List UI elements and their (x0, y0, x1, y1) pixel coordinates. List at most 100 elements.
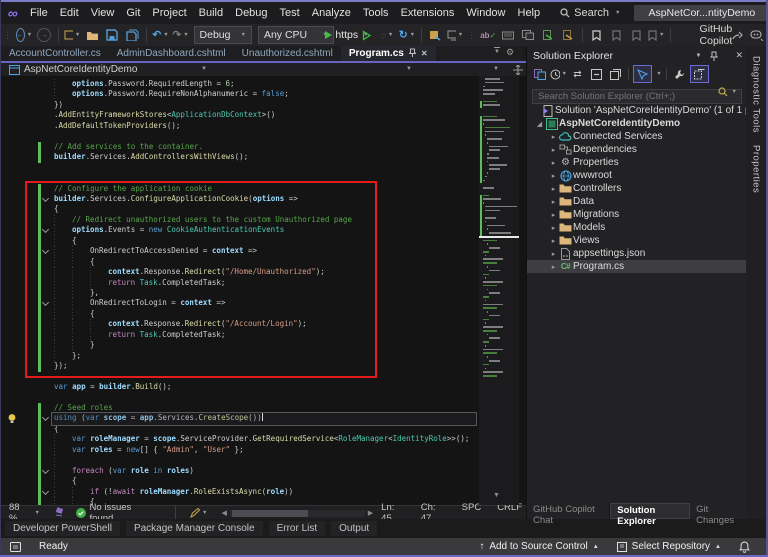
chevron-down-icon[interactable]: ▼ (654, 66, 662, 82)
search-icon[interactable] (718, 87, 728, 97)
start-without-debugging-button[interactable] (357, 25, 377, 45)
split-window-icon[interactable] (513, 65, 523, 75)
save-button[interactable] (102, 25, 122, 45)
tree-item-views[interactable]: ▸Views (527, 234, 747, 247)
tree-item-appsettings-json[interactable]: ▸appsettings.json (527, 247, 747, 260)
side-tab-diagnostic-tools[interactable]: Diagnostic Tools (751, 50, 762, 139)
tree-item-migrations[interactable]: ▸Migrations (527, 208, 747, 221)
tool-tab-solution-explorer[interactable]: Solution Explorer (610, 503, 690, 519)
nav-highlight-icon-2[interactable] (558, 25, 578, 45)
close-icon[interactable]: ✕ (421, 49, 428, 58)
tab-admindashboard-cshtml[interactable]: AdminDashboard.cshtml (109, 46, 234, 61)
code-cleanup-icon[interactable] (54, 507, 64, 520)
undo-button[interactable]: ↶▼ (151, 25, 171, 45)
tree-item-controllers[interactable]: ▸Controllers (527, 182, 747, 195)
tree-item-program-cs[interactable]: ▸C#Program.cs (527, 260, 747, 273)
collapse-arrow-icon[interactable]: ▸ (549, 263, 558, 271)
background-tasks-icon[interactable] (1, 542, 30, 552)
tool-tab-git-changes[interactable]: Git Changes (690, 503, 747, 519)
debug-target-dropdown[interactable]: Debug▼ (194, 26, 252, 44)
collapse-arrow-icon[interactable]: ▸ (549, 237, 558, 245)
menu-git[interactable]: Git (120, 5, 146, 21)
toolbar-grip[interactable]: ⋮ (3, 30, 12, 41)
redo-button[interactable]: ↷▼ (171, 25, 191, 45)
horizontal-scrollbar[interactable] (230, 510, 365, 517)
navigate-forward-button[interactable]: → (34, 25, 54, 45)
toolbar-grip[interactable]: ⋮ (467, 30, 476, 41)
chevron-down-icon[interactable]: ▼ (732, 89, 737, 95)
collapse-all-icon[interactable] (588, 66, 605, 82)
menu-help[interactable]: Help (512, 5, 547, 21)
tab-program-cs[interactable]: Program.cs✕ (341, 46, 436, 61)
collapse-arrow-icon[interactable]: ▸ (549, 133, 558, 141)
pin-icon[interactable] (409, 48, 416, 59)
gear-icon[interactable]: ⚙ (506, 47, 514, 58)
tree-item-dependencies[interactable]: ▸Dependencies (527, 143, 747, 156)
tree-item-models[interactable]: ▸Models (527, 221, 747, 234)
add-to-source-control-button[interactable]: ↑ Add to Source Control▲ (470, 541, 607, 552)
side-tab-properties[interactable]: Properties (751, 139, 762, 199)
collapse-arrow-icon[interactable]: ▸ (549, 250, 558, 258)
menu-extensions[interactable]: Extensions (395, 5, 461, 21)
sync-with-active-document-icon[interactable]: ⇄ (569, 66, 586, 82)
tool-tab-github-copilot-chat[interactable]: GitHub Copilot Chat (527, 503, 610, 519)
new-project-button[interactable]: ▼ (62, 25, 82, 45)
toggle-bookmark-icon[interactable] (586, 25, 606, 45)
nav-highlight-icon-1[interactable] (538, 25, 558, 45)
scrollbar-thumb[interactable] (232, 510, 308, 517)
menu-tools[interactable]: Tools (357, 5, 395, 21)
chevron-down-icon[interactable]: ▼ (493, 66, 499, 72)
collapse-arrow-icon[interactable]: ▸ (549, 198, 558, 206)
collapse-arrow-icon[interactable]: ▸ (549, 211, 558, 219)
tab-accountcontroller-cs[interactable]: AccountController.cs (1, 46, 109, 61)
collapse-arrow-icon[interactable]: ▸ (549, 172, 558, 180)
tab-unauthorized-cshtml[interactable]: Unauthorized.cshtml (234, 46, 341, 61)
wrench-icon[interactable] (671, 66, 688, 82)
menu-file[interactable]: File (24, 5, 54, 21)
ink-edit-icon[interactable]: ▼ (190, 508, 207, 518)
solution-explorer-header[interactable]: Solution Explorer ▼ ✕ (527, 46, 747, 64)
menu-view[interactable]: View (85, 5, 121, 21)
tree-item-wwwroot[interactable]: ▸wwwroot (527, 169, 747, 182)
open-file-button[interactable] (82, 25, 102, 45)
close-icon[interactable]: ✕ (735, 50, 743, 61)
menu-debug[interactable]: Debug (229, 5, 273, 21)
navigate-back-button[interactable]: ←▼ (14, 25, 34, 45)
menu-project[interactable]: Project (146, 5, 192, 21)
spell-check-icon[interactable]: ab✓ (478, 25, 498, 45)
select-repository-button[interactable]: Select Repository▲ (608, 541, 730, 552)
tree-project-node[interactable]: ◢AspNetCoreIdentityDemo (527, 117, 747, 130)
profiler-icon[interactable]: ◌▼ (377, 25, 397, 45)
menu-build[interactable]: Build (193, 5, 229, 21)
platform-dropdown[interactable]: Any CPU▼ (258, 26, 334, 44)
panel-tab-package-manager-console[interactable]: Package Manager Console (126, 521, 263, 536)
fold-chevron-icon[interactable] (42, 414, 49, 421)
menu-edit[interactable]: Edit (54, 5, 85, 21)
breadcrumb-project[interactable]: AspNetCoreIdentityDemo (24, 64, 137, 75)
save-all-button[interactable] (122, 25, 142, 45)
expanded-arrow-icon[interactable]: ◢ (535, 120, 544, 128)
title-search-control[interactable]: Search ▼ (560, 7, 620, 19)
chevron-down-icon[interactable]: ▼ (696, 53, 702, 59)
keyboard-icon-1[interactable] (498, 25, 518, 45)
panel-tab-output[interactable]: Output (331, 521, 377, 536)
collapse-arrow-icon[interactable]: ▸ (549, 159, 558, 167)
solution-search-input[interactable] (532, 89, 742, 104)
active-files-dropdown-icon[interactable]: ▼ (494, 47, 500, 58)
next-bookmark-icon[interactable] (626, 25, 646, 45)
clear-bookmarks-icon[interactable]: ▼ (646, 25, 666, 45)
show-all-files-icon[interactable] (690, 65, 709, 83)
collapse-arrow-icon[interactable]: ▸ (549, 224, 558, 232)
switch-views-icon[interactable] (531, 66, 548, 82)
chevron-down-icon[interactable]: ▼ (201, 66, 207, 72)
code-editor[interactable]: options.Password.RequiredLength = 6;opti… (1, 76, 530, 505)
lightbulb-icon[interactable] (7, 413, 18, 424)
menu-window[interactable]: Window (460, 5, 511, 21)
prev-bookmark-icon[interactable] (606, 25, 626, 45)
fold-chevron-icon[interactable] (42, 467, 49, 474)
github-copilot-button[interactable]: GitHub Copilot (701, 25, 727, 45)
preview-selected-items-icon[interactable] (633, 65, 652, 83)
browser-link-icon[interactable]: ▼ (445, 25, 465, 45)
fold-chevron-icon[interactable] (42, 488, 49, 495)
pending-changes-icon[interactable]: ▼ (550, 66, 567, 82)
